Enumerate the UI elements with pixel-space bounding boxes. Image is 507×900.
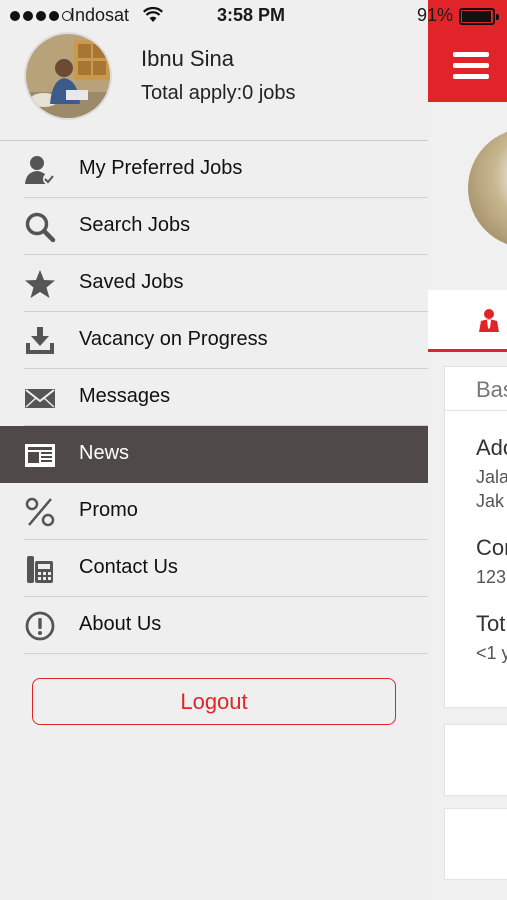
newspaper-icon: [24, 439, 56, 471]
field-title: Con: [476, 535, 507, 560]
menu-item-messages[interactable]: Messages: [0, 369, 428, 426]
fax-phone-icon: [24, 553, 56, 585]
menu-item-label: Contact Us: [79, 556, 178, 578]
signal-strength-icon: [10, 11, 72, 21]
battery-icon: [459, 8, 499, 25]
menu-item-news[interactable]: News: [0, 426, 428, 483]
total-field: Tot <1 y: [445, 611, 507, 665]
status-bar: Indosat 3:58 PM 91%: [0, 0, 507, 32]
avatar[interactable]: [24, 32, 112, 120]
info-card: [444, 724, 507, 796]
wifi-icon: [143, 6, 163, 28]
card-header: Bas: [445, 367, 507, 411]
field-title: Ado: [476, 435, 507, 460]
profile-photo: [468, 128, 507, 248]
profile-summary: Ibnu Sina Total apply:0 jobs: [0, 32, 428, 140]
percent-icon: [24, 496, 56, 528]
menu-item-about-us[interactable]: About Us: [0, 597, 428, 654]
field-value: Jak: [476, 491, 505, 511]
menu-item-promo[interactable]: Promo: [0, 483, 428, 540]
menu-item-label: Promo: [79, 499, 138, 521]
field-value: Jala: [476, 467, 507, 487]
info-card: [444, 808, 507, 880]
info-exclamation-icon: [24, 610, 56, 642]
user-check-icon: [24, 154, 56, 186]
hamburger-icon[interactable]: [453, 52, 489, 79]
field-value: 123: [476, 567, 507, 587]
field-title: Tot: [476, 611, 506, 636]
battery-percent: 91%: [417, 5, 454, 25]
carrier-name: Indosat: [70, 5, 130, 25]
profile-name: Ibnu Sina: [141, 46, 234, 71]
person-tie-icon[interactable]: [478, 308, 500, 337]
menu-item-label: News: [79, 442, 130, 464]
main-view: Bas Ado Jala Jak Con 123 Tot <1 y: [428, 0, 507, 900]
search-icon: [24, 211, 56, 243]
battery-fill: [462, 11, 492, 22]
drawer-menu: My Preferred Jobs Search Jobs Saved Jobs: [0, 140, 428, 654]
download-tray-icon: [24, 325, 56, 357]
profile-tabbar: [428, 290, 507, 352]
field-value: <1 y: [476, 643, 507, 663]
side-drawer: Ibnu Sina Total apply:0 jobs My Preferre…: [0, 0, 428, 900]
menu-item-contact-us[interactable]: Contact Us: [0, 540, 428, 597]
menu-item-vacancy-progress[interactable]: Vacancy on Progress: [0, 312, 428, 369]
star-icon: [24, 268, 56, 300]
clock: 3:58 PM: [217, 5, 286, 25]
menu-item-label: Search Jobs: [79, 214, 191, 236]
apply-count: Total apply:0 jobs: [141, 82, 296, 104]
logout-button[interactable]: Logout: [32, 678, 396, 725]
menu-item-label: Saved Jobs: [79, 271, 184, 293]
contact-field: Con 123: [445, 535, 507, 589]
address-field: Ado Jala Jak: [445, 435, 507, 513]
envelope-icon: [24, 382, 56, 414]
basic-info-card: Bas Ado Jala Jak Con 123 Tot <1 y: [444, 366, 507, 708]
menu-item-label: Vacancy on Progress: [79, 328, 268, 350]
menu-item-label: My Preferred Jobs: [79, 157, 243, 179]
menu-item-preferred-jobs[interactable]: My Preferred Jobs: [0, 141, 428, 198]
menu-item-label: Messages: [79, 385, 171, 407]
menu-item-saved-jobs[interactable]: Saved Jobs: [0, 255, 428, 312]
menu-item-search-jobs[interactable]: Search Jobs: [0, 198, 428, 255]
menu-item-label: About Us: [79, 613, 162, 635]
